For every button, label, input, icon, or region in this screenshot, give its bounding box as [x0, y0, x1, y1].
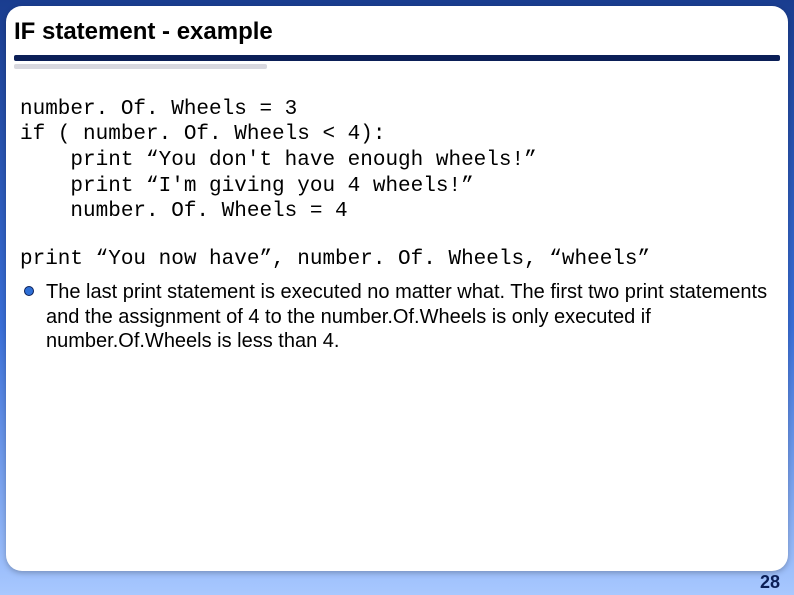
slide-card: IF statement - example number. Of. Wheel… — [6, 6, 788, 571]
bullet-text: The last print statement is executed no … — [46, 281, 767, 352]
code-line-5: number. Of. Wheels = 4 — [20, 199, 774, 225]
slide-background: IF statement - example number. Of. Wheel… — [0, 0, 794, 595]
bullet-item: The last print statement is executed no … — [20, 280, 774, 353]
page-number: 28 — [760, 572, 780, 593]
slide-content: number. Of. Wheels = 3 if ( number. Of. … — [6, 69, 788, 354]
code-line-6: print “You now have”, number. Of. Wheels… — [20, 247, 774, 273]
bullet-icon — [24, 286, 34, 296]
title-rule-dark — [14, 55, 780, 61]
code-line-4: print “I'm giving you 4 wheels!” — [20, 174, 774, 200]
code-line-2: if ( number. Of. Wheels < 4): — [20, 122, 774, 148]
code-line-3: print “You don't have enough wheels!” — [20, 148, 774, 174]
title-block: IF statement - example — [6, 6, 788, 69]
code-line-1: number. Of. Wheels = 3 — [20, 97, 774, 123]
slide-title: IF statement - example — [14, 18, 780, 47]
